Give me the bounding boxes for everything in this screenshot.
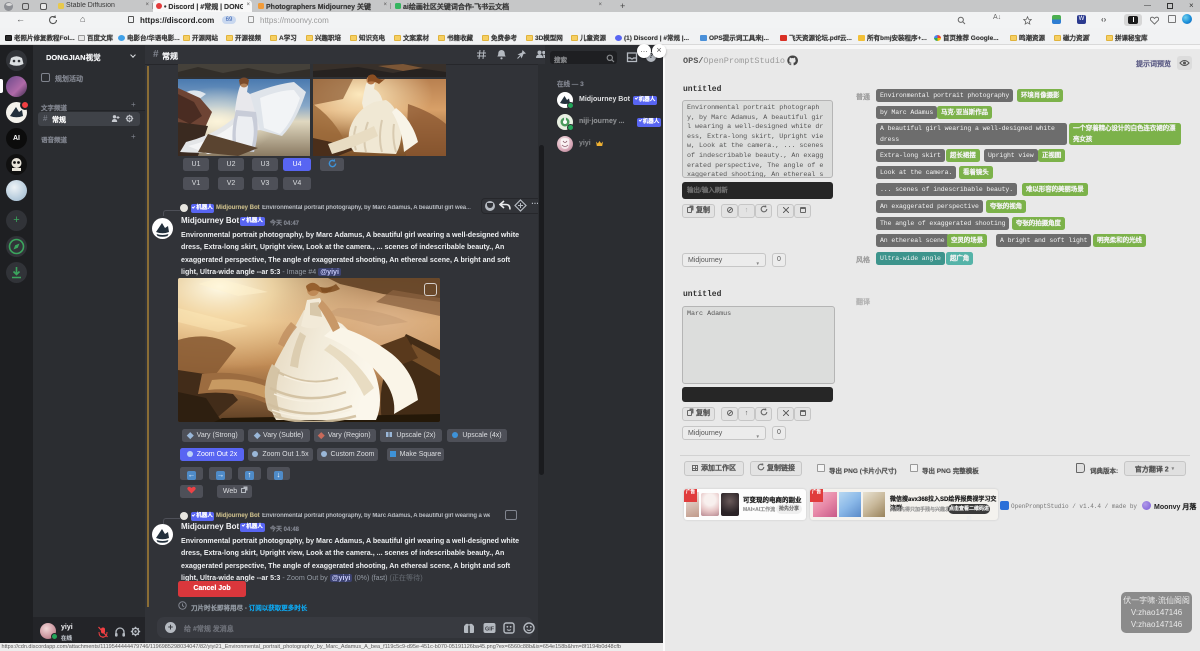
svg-text:GIF: GIF bbox=[485, 627, 495, 633]
